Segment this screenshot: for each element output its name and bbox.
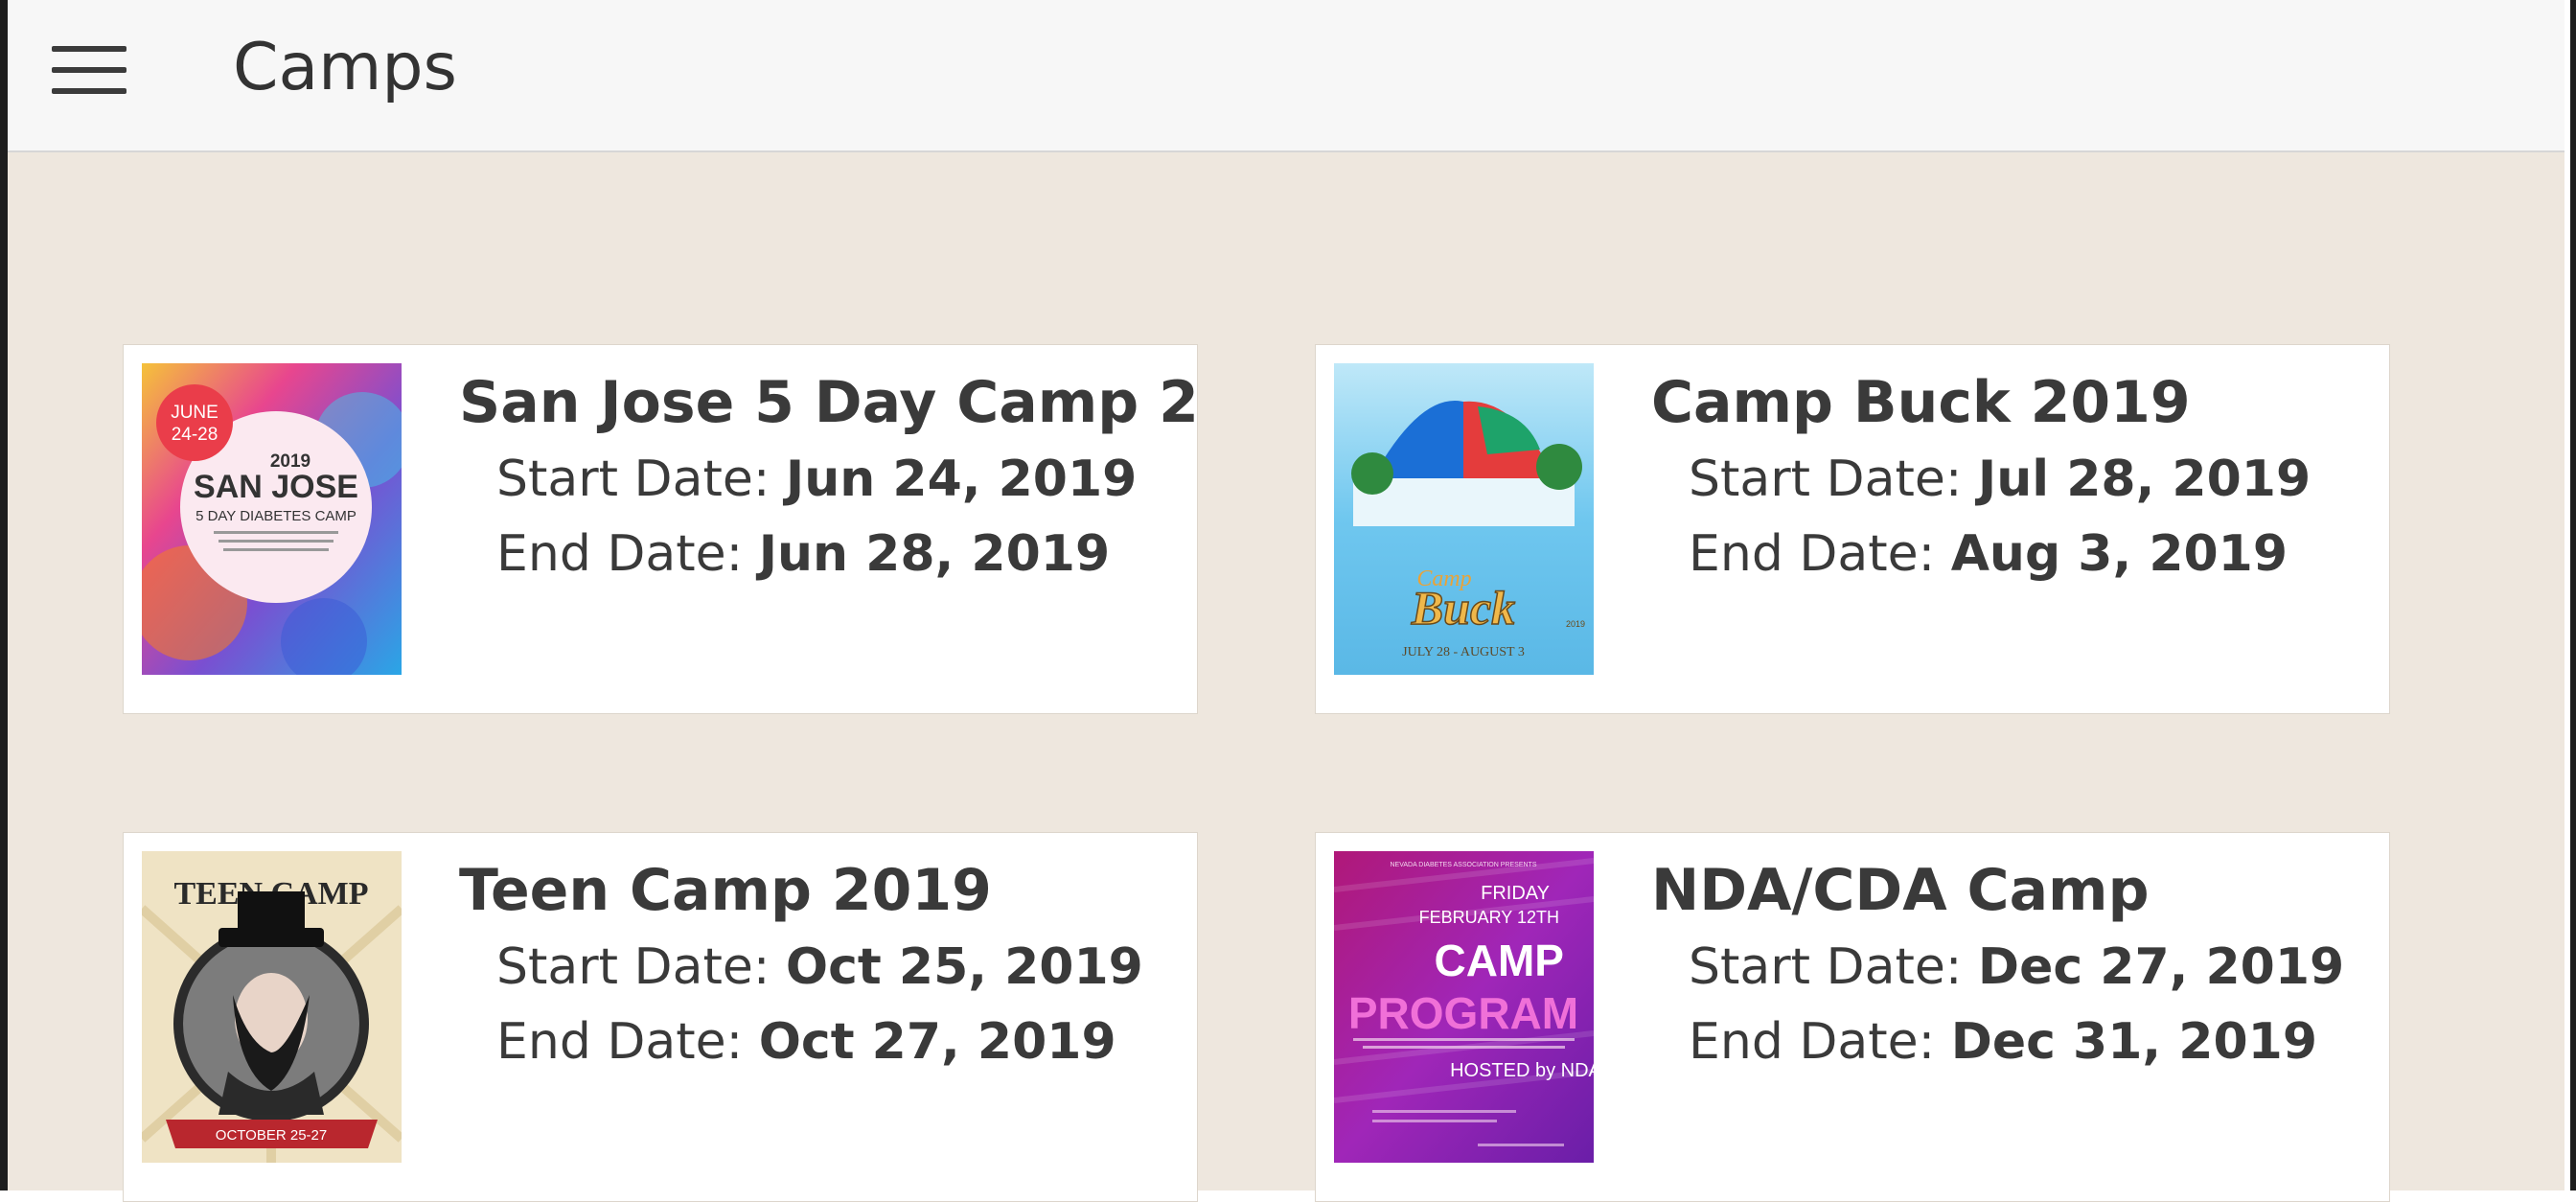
- svg-text:OCTOBER 25-27: OCTOBER 25-27: [216, 1127, 327, 1144]
- start-date-label: Start Date:: [496, 938, 770, 996]
- svg-text:5 DAY DIABETES CAMP: 5 DAY DIABETES CAMP: [196, 508, 356, 524]
- camp-card-san-jose[interactable]: JUNE 24-28 2019 SAN JOSE 5 DAY DIABETES …: [123, 344, 1198, 714]
- start-date-label: Start Date:: [1689, 451, 1963, 508]
- svg-text:JUNE: JUNE: [171, 403, 218, 423]
- svg-text:HOSTED by NDA: HOSTED by NDA: [1450, 1060, 1594, 1081]
- start-date-row: Start Date: Jul 28, 2019: [1689, 446, 2311, 513]
- end-date-value: Oct 27, 2019: [758, 1013, 1116, 1071]
- camp-card-nda-cda[interactable]: NEVADA DIABETES ASSOCIATION PRESENTS FRI…: [1315, 832, 2390, 1202]
- camp-name: NDA/CDA Camp: [1651, 857, 2150, 924]
- start-date-row: Start Date: Jun 24, 2019: [496, 446, 1137, 513]
- camp-name: San Jose 5 Day Camp 20: [459, 369, 1198, 436]
- camp-name: Teen Camp 2019: [459, 857, 992, 924]
- end-date-row: End Date: Jun 28, 2019: [496, 520, 1110, 588]
- svg-text:NEVADA DIABETES ASSOCIATION PR: NEVADA DIABETES ASSOCIATION PRESENTS: [1390, 862, 1536, 868]
- camp-poster-image: Camp Buck 2019 JULY 28 - AUGUST 3: [1334, 363, 1594, 675]
- end-date-value: Jun 28, 2019: [758, 525, 1111, 583]
- screen-left-edge: [0, 0, 8, 1190]
- svg-text:CAMP: CAMP: [1435, 936, 1564, 985]
- start-date-label: Start Date:: [1689, 938, 1963, 996]
- end-date-row: End Date: Oct 27, 2019: [496, 1008, 1116, 1075]
- start-date-row: Start Date: Dec 27, 2019: [1689, 934, 2344, 1001]
- camp-name: Camp Buck 2019: [1651, 369, 2191, 436]
- hamburger-menu-icon[interactable]: [40, 35, 140, 107]
- svg-text:FEBRUARY 12TH: FEBRUARY 12TH: [1419, 908, 1559, 927]
- svg-text:FRIDAY: FRIDAY: [1481, 883, 1550, 904]
- app-bar: Camps: [8, 0, 2564, 152]
- end-date-label: End Date:: [1689, 525, 1936, 583]
- start-date-value: Oct 25, 2019: [785, 938, 1143, 996]
- camp-card-camp-buck[interactable]: Camp Buck 2019 JULY 28 - AUGUST 3 Camp B…: [1315, 344, 2390, 714]
- end-date-value: Aug 3, 2019: [1950, 525, 2288, 583]
- start-date-label: Start Date:: [496, 451, 770, 508]
- page-title: Camps: [233, 30, 457, 105]
- svg-text:24-28: 24-28: [172, 425, 218, 445]
- end-date-label: End Date:: [496, 1013, 744, 1071]
- svg-text:2019: 2019: [1566, 619, 1585, 629]
- camp-poster-image: TEEN CAMP OCTOBER 25-27: [142, 851, 402, 1163]
- svg-text:SAN JOSE: SAN JOSE: [194, 469, 358, 505]
- end-date-value: Dec 31, 2019: [1950, 1013, 2317, 1071]
- start-date-value: Jul 28, 2019: [1977, 451, 2312, 508]
- start-date-value: Dec 27, 2019: [1977, 938, 2345, 996]
- camp-poster-image: JUNE 24-28 2019 SAN JOSE 5 DAY DIABETES …: [142, 363, 402, 675]
- svg-text:JULY 28 - AUGUST 3: JULY 28 - AUGUST 3: [1402, 645, 1525, 659]
- end-date-label: End Date:: [1689, 1013, 1936, 1071]
- svg-text:Buck: Buck: [1411, 581, 1515, 635]
- camp-list: JUNE 24-28 2019 SAN JOSE 5 DAY DIABETES …: [8, 152, 2564, 1202]
- screen-right-edge: [2570, 0, 2576, 1190]
- camp-card-teen-camp[interactable]: TEEN CAMP OCTOBER 25-27 Teen Camp 2019 S…: [123, 832, 1198, 1202]
- end-date-label: End Date:: [496, 525, 744, 583]
- end-date-row: End Date: Dec 31, 2019: [1689, 1008, 2317, 1075]
- camp-poster-image: NEVADA DIABETES ASSOCIATION PRESENTS FRI…: [1334, 851, 1594, 1163]
- end-date-row: End Date: Aug 3, 2019: [1689, 520, 2288, 588]
- svg-text:PROGRAM: PROGRAM: [1348, 988, 1578, 1038]
- start-date-row: Start Date: Oct 25, 2019: [496, 934, 1143, 1001]
- start-date-value: Jun 24, 2019: [785, 451, 1138, 508]
